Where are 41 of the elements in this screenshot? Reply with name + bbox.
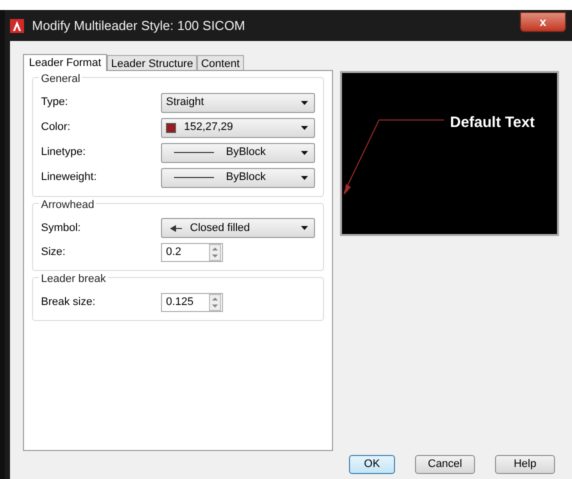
line-sample-icon [174, 151, 214, 154]
line-sample-icon [174, 176, 214, 179]
dialog-button[interactable]: OK [349, 455, 395, 474]
field-label: Color: [41, 120, 72, 136]
caret-icon [301, 126, 308, 130]
tab[interactable]: Content [197, 55, 244, 70]
dropdown[interactable]: Straight [161, 92, 315, 112]
field-label: Linetype: [41, 145, 87, 160]
field-label: Break size: [41, 294, 96, 310]
tab[interactable]: Leader Structure [107, 55, 198, 70]
caret-icon [301, 226, 308, 230]
dropdown-value: 152,27,29 [184, 120, 234, 136]
dropdown-value: ByBlock [226, 170, 267, 186]
dialog-button[interactable]: Cancel [415, 455, 475, 474]
number-spinner[interactable]: 0.2 [161, 243, 223, 262]
number-spinner[interactable]: 0.125 [161, 292, 223, 312]
dialog-button[interactable]: Help [495, 455, 555, 474]
close-button[interactable]: x [520, 12, 566, 32]
arrowhead-icon [170, 224, 182, 232]
dropdown-value: Straight [166, 95, 205, 110]
app-logo-icon [10, 18, 24, 32]
dropdown-value: Closed filled [190, 220, 251, 236]
caret-icon [301, 150, 308, 154]
spinner-arrows-icon[interactable] [209, 244, 221, 261]
caret-icon [301, 100, 308, 104]
field-label: Lineweight: [41, 170, 98, 186]
field-label: Size: [41, 245, 66, 260]
field-label: Type: [41, 95, 69, 110]
dropdown-value: ByBlock [226, 145, 267, 160]
dropdown[interactable]: ByBlock [161, 142, 315, 162]
field-label: Symbol: [41, 220, 82, 236]
window-title: Modify Multileader Style: 100 SICOM [32, 16, 246, 35]
dropdown[interactable]: Closed filled [161, 218, 315, 238]
spinner-value: 0.2 [165, 245, 182, 260]
dropdown[interactable]: ByBlock [161, 168, 315, 188]
tab[interactable]: Leader Format [23, 54, 108, 71]
spinner-arrows-icon[interactable] [209, 294, 221, 310]
spinner-value: 0.125 [165, 294, 195, 310]
dropdown[interactable]: 152,27,29 [161, 118, 315, 138]
caret-icon [301, 176, 308, 180]
preview-text: Default Text [450, 113, 535, 133]
